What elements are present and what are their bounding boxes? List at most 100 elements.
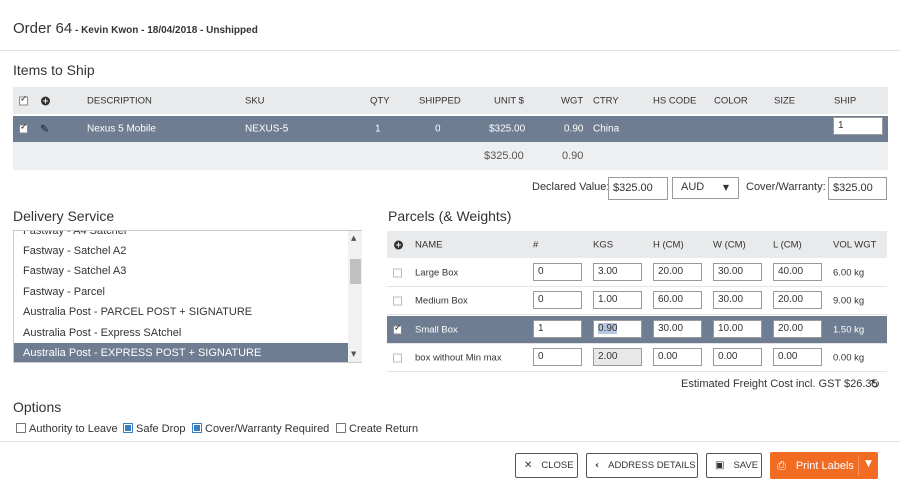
declared-value-label: Declared Value: xyxy=(532,181,610,193)
parcel-vol: 9.00 kg xyxy=(833,295,865,306)
parcel-kgs-input[interactable]: 3.00 xyxy=(593,263,642,281)
item-description: Nexus 5 Mobile xyxy=(87,123,156,135)
col-sku: SKU xyxy=(245,95,265,106)
parcel-w-input[interactable]: 30.00 xyxy=(713,291,762,309)
option-authority-to-leave[interactable]: Authority to Leave xyxy=(16,423,118,435)
parcel-h-input[interactable]: 30.00 xyxy=(653,320,702,338)
option-checkbox[interactable] xyxy=(336,423,346,433)
parcel-h-input[interactable]: 0.00 xyxy=(653,348,702,366)
edit-pencil-icon[interactable]: ✎ xyxy=(40,123,49,136)
item-shipped: 0 xyxy=(435,123,441,135)
order-number: Order 64 xyxy=(13,20,73,37)
parcel-name: Small Box xyxy=(415,324,458,335)
parcel-kgs-input[interactable]: 1.00 xyxy=(593,291,642,309)
freight-cost-text: Estimated Freight Cost incl. GST $26.35 xyxy=(681,378,878,390)
col-count: # xyxy=(533,239,539,250)
option-checkbox[interactable] xyxy=(16,423,26,433)
print-labels-button[interactable]: ⎙ Print Labels ▼ xyxy=(770,452,878,479)
add-item-icon[interactable]: + xyxy=(41,96,50,105)
row-checkbox[interactable] xyxy=(393,296,402,305)
parcel-vol: 0.00 kg xyxy=(833,352,865,363)
item-ctry: China xyxy=(593,123,620,135)
table-row-selected[interactable]: Small Box 1 0.90 30.00 10.00 20.00 1.50 … xyxy=(387,316,887,344)
option-create-return[interactable]: Create Return xyxy=(336,423,418,435)
save-button[interactable]: ▣ SAVE xyxy=(706,453,762,478)
parcel-w-input[interactable]: 0.00 xyxy=(713,348,762,366)
chevron-down-icon: ▼ xyxy=(722,183,729,192)
order-subtitle: - Kevin Kwon - 18/04/2018 - Unshipped xyxy=(72,25,258,36)
parcel-l-input[interactable]: 20.00 xyxy=(773,320,822,338)
parcel-vol: 1.50 kg xyxy=(833,324,865,335)
parcel-l-input[interactable]: 20.00 xyxy=(773,291,822,309)
declared-value-input[interactable]: $325.00 xyxy=(608,177,668,200)
close-button[interactable]: ✕ CLOSE xyxy=(515,453,578,478)
option-cover-warranty[interactable]: Cover/Warranty Required xyxy=(192,423,329,435)
parcel-l-input[interactable]: 40.00 xyxy=(773,263,822,281)
col-kgs: KGS xyxy=(593,239,614,250)
table-row[interactable]: ✎ Nexus 5 Mobile NEXUS-5 1 0 $325.00 0.9… xyxy=(13,116,888,142)
option-safe-drop[interactable]: Safe Drop xyxy=(123,423,186,435)
list-item[interactable]: Australia Post - PARCEL POST + SIGNATURE xyxy=(14,302,348,322)
scroll-down-icon[interactable]: ▼ xyxy=(351,350,356,358)
parcel-l-input[interactable]: 0.00 xyxy=(773,348,822,366)
col-ctry: CTRY xyxy=(593,95,619,106)
currency-select[interactable]: AUD ▼ xyxy=(672,177,739,199)
dropdown-caret-icon[interactable]: ▼ xyxy=(865,459,872,469)
col-qty: QTY xyxy=(370,95,390,106)
order-title: Order 64 - Kevin Kwon - 18/04/2018 - Uns… xyxy=(13,20,258,37)
option-checkbox[interactable] xyxy=(192,423,202,433)
parcel-kgs-input[interactable]: 0.90 xyxy=(593,320,642,338)
chevron-left-icon: ‹ xyxy=(595,460,600,471)
col-h: H (CM) xyxy=(653,239,684,250)
delivery-section-title: Delivery Service xyxy=(13,208,115,224)
list-item[interactable]: Fastway - Satchel A3 xyxy=(14,261,348,281)
list-item-selected[interactable]: Australia Post - EXPRESS POST + SIGNATUR… xyxy=(14,343,348,362)
option-label: Create Return xyxy=(349,423,419,435)
list-item[interactable]: Fastway - Satchel A2 xyxy=(14,241,348,261)
row-checkbox[interactable] xyxy=(393,353,402,362)
list-item[interactable]: Fastway - A4 Satchel xyxy=(14,231,348,241)
cover-warranty-label: Cover/Warranty: xyxy=(746,181,826,193)
item-qty: 1 xyxy=(375,123,381,135)
row-checkbox[interactable] xyxy=(393,323,402,334)
option-label: Authority to Leave xyxy=(29,423,118,435)
parcel-count-input[interactable]: 0 xyxy=(533,291,582,309)
refresh-icon[interactable]: ↻ xyxy=(870,377,880,391)
table-row[interactable]: box without Min max 0 2.00 0.00 0.00 0.0… xyxy=(387,344,887,372)
parcel-h-input[interactable]: 20.00 xyxy=(653,263,702,281)
list-item[interactable]: Australia Post - Express SAtchel xyxy=(14,323,348,343)
table-row[interactable]: Medium Box 0 1.00 60.00 30.00 20.00 9.00… xyxy=(387,287,887,315)
parcel-h-input[interactable]: 60.00 xyxy=(653,291,702,309)
items-table-header: + DESCRIPTION SKU QTY SHIPPED UNIT $ WGT… xyxy=(13,87,888,114)
parcel-name: Large Box xyxy=(415,267,459,278)
scroll-up-icon[interactable]: ▲ xyxy=(351,234,356,242)
add-parcel-icon[interactable]: + xyxy=(394,240,403,249)
parcels-table-header: + NAME # KGS H (CM) W (CM) L (CM) VOL WG… xyxy=(387,231,887,258)
table-row[interactable]: Large Box 0 3.00 20.00 30.00 40.00 6.00 … xyxy=(387,259,887,287)
parcels-section-title: Parcels (& Weights) xyxy=(388,208,512,224)
close-icon: ✕ xyxy=(524,460,533,471)
delivery-service-list[interactable]: Fastway - A4 Satchel Fastway - Satchel A… xyxy=(13,230,362,363)
col-volwgt: VOL WGT xyxy=(833,239,877,250)
item-unit: $325.00 xyxy=(489,123,526,135)
col-wgt: WGT xyxy=(561,95,584,106)
parcel-count-input[interactable]: 1 xyxy=(533,320,582,338)
parcel-kgs-input[interactable]: 2.00 xyxy=(593,348,642,366)
cover-warranty-input[interactable]: $325.00 xyxy=(828,177,887,200)
address-details-button[interactable]: ‹ ADDRESS DETAILS xyxy=(586,453,698,478)
parcel-count-input[interactable]: 0 xyxy=(533,263,582,281)
row-checkbox[interactable] xyxy=(19,123,28,134)
row-checkbox[interactable] xyxy=(393,268,402,277)
list-item[interactable]: Fastway - Parcel xyxy=(14,282,348,302)
col-w: W (CM) xyxy=(713,239,746,250)
parcel-w-input[interactable]: 10.00 xyxy=(713,320,762,338)
col-size: SIZE xyxy=(774,95,796,106)
items-section-title: Items to Ship xyxy=(13,62,95,78)
delivery-scrollbar[interactable] xyxy=(348,231,362,362)
select-all-checkbox[interactable] xyxy=(19,94,28,105)
scrollbar-thumb[interactable] xyxy=(350,259,361,284)
ship-qty-input[interactable]: 1 xyxy=(833,117,883,135)
parcel-w-input[interactable]: 30.00 xyxy=(713,263,762,281)
option-checkbox[interactable] xyxy=(123,423,133,433)
parcel-count-input[interactable]: 0 xyxy=(533,348,582,366)
